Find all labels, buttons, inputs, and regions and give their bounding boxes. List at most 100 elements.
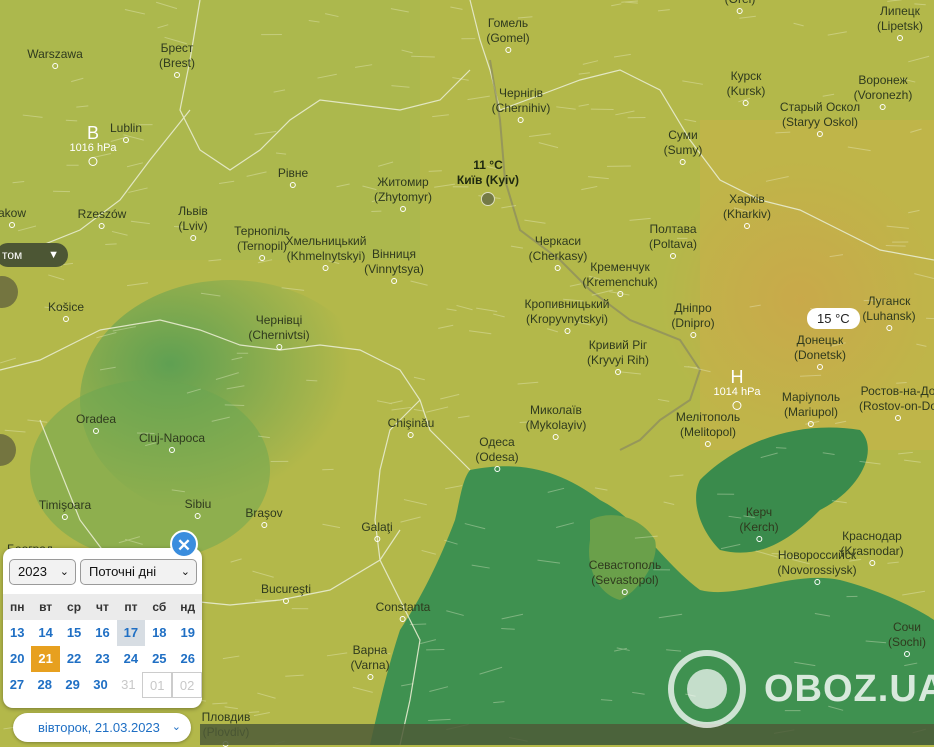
high-pressure-marker: H 1014 hPa — [713, 368, 760, 410]
date-picker-button[interactable]: вівторок, 21.03.2023 ⌄ — [13, 713, 191, 742]
city-name: Кременчук — [582, 260, 657, 275]
city-label-varna[interactable]: Варна(Varna) — [350, 643, 389, 680]
city-label-oradea[interactable]: Oradea — [76, 412, 116, 434]
city-label-brest[interactable]: Брест(Brest) — [159, 41, 195, 78]
calendar-day-selected[interactable]: 21 — [31, 646, 59, 672]
city-dot-icon — [904, 651, 910, 657]
city-label-brasov[interactable]: Braşov — [245, 506, 282, 528]
city-label-lipetsk[interactable]: Липецк(Lipetsk) — [877, 4, 923, 41]
city-dot-icon — [174, 72, 180, 78]
city-name-latin: (Khmelnytskyi) — [286, 249, 367, 264]
city-name: Košice — [48, 300, 84, 315]
city-label-kropyvnytskyi[interactable]: Кропивницький(Kropyvnytskyi) — [524, 297, 609, 334]
layer-select-label: том — [2, 248, 22, 262]
city-label-orel[interactable]: (Orel) — [725, 0, 756, 14]
city-label-kosice[interactable]: Košice — [48, 300, 84, 322]
low-pressure-marker: B 1016 hPa — [69, 124, 116, 166]
calendar-day[interactable]: 18 — [145, 620, 173, 646]
city-label-chernivtsi[interactable]: Чернівці(Chernivtsi) — [248, 313, 309, 350]
city-label-kryvyi-rih[interactable]: Кривий Ріг(Kryvyi Rih) — [587, 338, 649, 375]
calendar-day[interactable]: 22 — [60, 646, 88, 672]
city-name: Миколаїв — [526, 403, 587, 418]
chevron-down-icon: ⌄ — [181, 560, 190, 584]
city-label-rivne[interactable]: Рівне — [278, 166, 308, 188]
city-label-voronezh[interactable]: Воронеж(Voronezh) — [854, 73, 913, 110]
city-label-lviv[interactable]: Львів(Lviv) — [178, 204, 208, 241]
calendar-day[interactable]: 30 — [87, 672, 115, 698]
city-label-odesa[interactable]: Одеса(Odesa) — [475, 435, 518, 472]
city-label-cluj[interactable]: Cluj-Napoca — [139, 431, 205, 453]
city-label-donetsk[interactable]: Донецьк(Donetsk) — [794, 333, 846, 370]
city-label-cherkasy[interactable]: Черкаси(Cherkasy) — [529, 234, 588, 271]
city-name-latin: (Melitopol) — [676, 425, 740, 440]
city-label-galati[interactable]: Galaţi — [361, 520, 392, 542]
calendar-day[interactable]: 24 — [117, 646, 145, 672]
timeline-bar[interactable] — [200, 724, 934, 745]
year-select[interactable]: 2023 ⌄ — [9, 559, 76, 585]
city-label-ternopil[interactable]: Тернопіль(Ternopil) — [234, 224, 290, 261]
city-dot-icon — [756, 536, 762, 542]
city-dot-icon — [817, 131, 823, 137]
calendar-day[interactable]: 20 — [3, 646, 31, 672]
city-label-krakow[interactable]: akow — [0, 206, 26, 228]
calendar-day[interactable]: 13 — [3, 620, 31, 646]
city-label-kharkiv[interactable]: Харків(Kharkiv) — [723, 192, 771, 229]
city-label-kerch[interactable]: Керч(Kerch) — [739, 505, 778, 542]
city-label-chernihiv[interactable]: Чернігів(Chernihiv) — [492, 86, 551, 123]
city-label-luhansk[interactable]: Луганск(Luhansk) — [862, 294, 915, 331]
city-label-sochi[interactable]: Сочи(Sochi) — [888, 620, 926, 657]
calendar-day[interactable]: 29 — [59, 672, 87, 698]
city-label-staryy-oskol[interactable]: Старый Оскол(Staryy Oskol) — [780, 100, 860, 137]
city-dot-icon — [744, 223, 750, 229]
city-name: Львів — [178, 204, 208, 219]
city-label-rostov[interactable]: Ростов-на-До(Rostov-on-Do — [859, 384, 934, 421]
kyiv-marker[interactable]: 11 °C Київ (Kyiv) — [457, 158, 519, 206]
calendar-day[interactable]: 16 — [88, 620, 116, 646]
city-label-khmelnytskyi[interactable]: Хмельницький(Khmelnytskyi) — [286, 234, 367, 271]
city-label-mariupol[interactable]: Маріуполь(Mariupol) — [782, 390, 840, 427]
city-name-latin: (Lipetsk) — [877, 19, 923, 34]
city-dot-icon — [737, 8, 743, 14]
city-label-timisoara[interactable]: Timişoara — [39, 498, 91, 520]
city-dot-icon — [99, 223, 105, 229]
calendar-day[interactable]: 19 — [174, 620, 202, 646]
city-label-sibiu[interactable]: Sibiu — [185, 497, 212, 519]
city-name: Полтава — [649, 222, 697, 237]
city-dot-icon — [680, 159, 686, 165]
calendar-day[interactable]: 14 — [31, 620, 59, 646]
city-label-bucuresti[interactable]: Bucureşti — [261, 582, 311, 604]
calendar-day[interactable]: 15 — [60, 620, 88, 646]
city-label-dnipro[interactable]: Дніпро(Dnipro) — [671, 301, 714, 338]
city-label-sevastopol[interactable]: Севастополь(Sevastopol) — [589, 558, 661, 595]
city-label-novorossiysk[interactable]: Новороссийск(Novorossiysk) — [777, 548, 856, 585]
city-label-chisinau[interactable]: Chişinău — [388, 416, 435, 438]
kyiv-point-icon[interactable] — [481, 192, 495, 206]
watermark-text: OBOZ.UA — [764, 668, 934, 711]
calendar-day[interactable]: 25 — [145, 646, 173, 672]
city-dot-icon — [670, 253, 676, 259]
city-label-melitopol[interactable]: Мелітополь(Melitopol) — [676, 410, 740, 447]
city-label-vinnytsia[interactable]: Вінниця(Vinnytsya) — [364, 247, 424, 284]
city-label-constanta[interactable]: Constanta — [376, 600, 431, 622]
close-icon[interactable]: ✕ — [170, 530, 198, 558]
mode-select[interactable]: Поточні дні ⌄ — [80, 559, 197, 585]
city-label-warszawa[interactable]: Warszawa — [27, 47, 83, 69]
city-name-latin: (Kropyvnytskyi) — [524, 312, 609, 327]
city-label-sumy[interactable]: Суми(Sumy) — [664, 128, 703, 165]
city-name-latin: (Varna) — [350, 658, 389, 673]
city-label-zhytomyr[interactable]: Житомир(Zhytomyr) — [374, 175, 432, 212]
calendar-day[interactable]: 17 — [117, 620, 145, 646]
wind-streak — [886, 245, 906, 246]
city-label-mykolaiv[interactable]: Миколаїв(Mykolayiv) — [526, 403, 587, 440]
city-label-kursk[interactable]: Курск(Kursk) — [727, 69, 766, 106]
calendar-day[interactable]: 23 — [88, 646, 116, 672]
city-label-kremenchuk[interactable]: Кременчук(Kremenchuk) — [582, 260, 657, 297]
city-label-poltava[interactable]: Полтава(Poltava) — [649, 222, 697, 259]
city-label-rzeszow[interactable]: Rzeszów — [78, 207, 127, 229]
layer-select[interactable]: том ▼ — [0, 243, 68, 267]
city-label-gomel[interactable]: Гомель(Gomel) — [486, 16, 529, 53]
calendar-day[interactable]: 28 — [31, 672, 59, 698]
chevron-down-icon: ▼ — [48, 243, 59, 267]
calendar-day[interactable]: 26 — [174, 646, 202, 672]
calendar-day[interactable]: 27 — [3, 672, 31, 698]
